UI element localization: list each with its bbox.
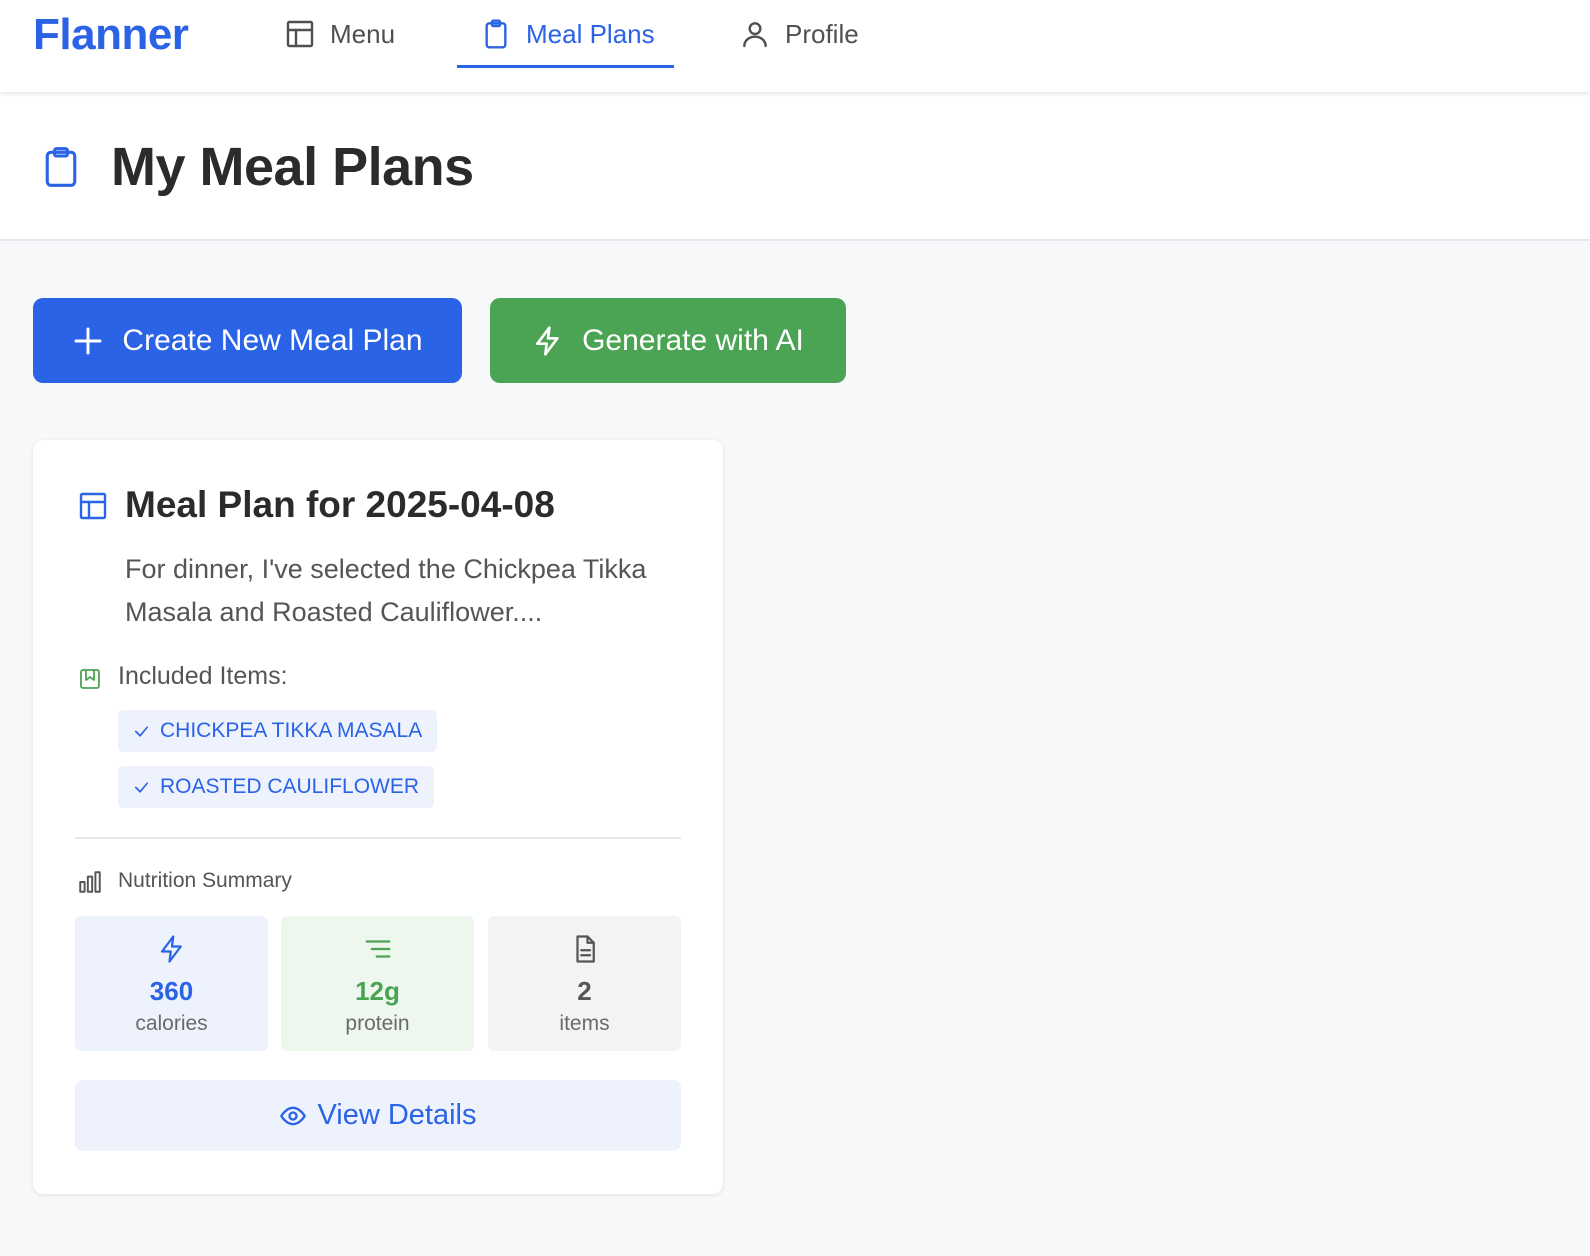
nav-item-label: Profile (785, 18, 859, 49)
nutrition-summary-label: Nutrition Summary (118, 869, 292, 892)
bar-chart-icon (79, 871, 101, 893)
lightning-icon (160, 935, 182, 963)
check-icon (134, 781, 149, 793)
items-value: 2 (577, 976, 592, 1006)
meal-plan-title: Meal Plan for 2025-04-08 (125, 484, 555, 525)
protein-unit: protein (345, 1012, 410, 1035)
layout-icon (79, 492, 107, 520)
protein-value: 12g (355, 976, 400, 1006)
check-icon (134, 725, 149, 737)
items-unit: items (559, 1012, 610, 1035)
included-items-label: Included Items: (118, 662, 288, 690)
ai-button-label: Generate with AI (582, 323, 804, 357)
plus-icon (74, 327, 102, 354)
eye-icon (280, 1106, 307, 1125)
layout-icon (286, 20, 314, 48)
meal-plan-description: For dinner, I've selected the Chickpea T… (125, 554, 647, 627)
top-navbar: Flanner Menu Meal Plans Profile (0, 0, 1590, 92)
nav-item-menu[interactable]: Menu (284, 0, 395, 68)
lightning-icon (536, 325, 559, 356)
calories-stat: 360 calories (75, 916, 268, 1051)
page-title: My Meal Plans (111, 137, 474, 197)
nav-item-meal-plans[interactable]: Meal Plans (480, 0, 655, 68)
document-icon (576, 935, 595, 963)
create-button-label: Create New Meal Plan (122, 323, 423, 357)
included-item-label: Roasted Cauliflower (160, 775, 420, 798)
included-item-chip: Chickpea Tikka Masala (118, 710, 438, 752)
included-item-label: Chickpea Tikka Masala (160, 719, 423, 742)
view-details-label: View Details (317, 1099, 477, 1131)
meal-plan-card[interactable]: Meal Plan for 2025-04-08 For dinner, I'v… (33, 440, 723, 1194)
nav-item-label: Meal Plans (526, 18, 655, 49)
filter-lines-icon (365, 940, 391, 958)
included-item-chip: Roasted Cauliflower (118, 766, 435, 808)
page-header: My Meal Plans (0, 92, 1590, 241)
card-divider (75, 837, 681, 839)
create-meal-plan-button[interactable]: Create New Meal Plan (33, 298, 462, 383)
user-icon (743, 22, 767, 48)
brand-logo[interactable]: Flanner (33, 10, 189, 60)
view-details-button[interactable]: View Details (75, 1080, 681, 1151)
bookmark-icon (80, 669, 100, 689)
nav-item-label: Menu (330, 18, 396, 49)
calories-unit: calories (135, 1012, 208, 1035)
calories-value: 360 (149, 976, 194, 1006)
active-tab-indicator (457, 65, 674, 68)
clipboard-icon (45, 147, 77, 187)
generate-ai-button[interactable]: Generate with AI (490, 298, 846, 383)
clipboard-icon (485, 19, 507, 49)
nav-item-profile[interactable]: Profile (739, 0, 859, 68)
items-stat: 2 items (488, 916, 681, 1051)
protein-stat: 12g protein (281, 916, 474, 1051)
